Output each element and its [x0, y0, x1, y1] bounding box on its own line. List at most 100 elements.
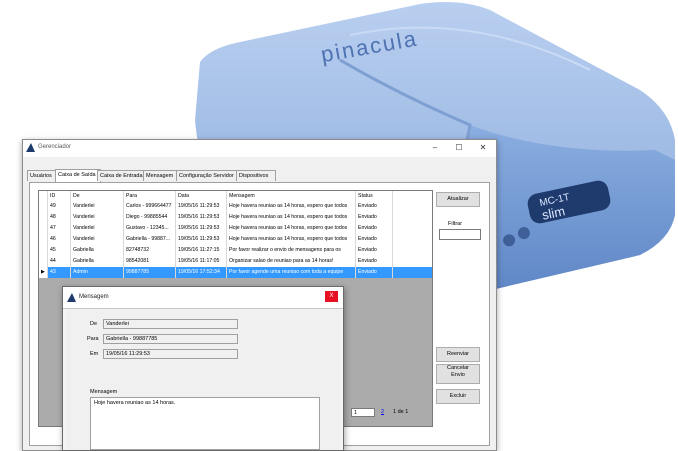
page-number-input[interactable]: 1: [351, 408, 375, 417]
cell-de: Admin: [71, 267, 124, 278]
cell-para: 98542081: [124, 256, 176, 267]
cell-data: 19/05/16 11:29:53: [176, 201, 227, 212]
cancelar-envio-line2: Envio: [451, 371, 465, 378]
cell-data: 19/05/16 11:29:53: [176, 234, 227, 245]
dialog-titlebar[interactable]: Mensagem X: [63, 287, 343, 309]
cell-mensagem: Por favor agende uma reuniao com toda a …: [227, 267, 356, 278]
cell-id: 44: [48, 256, 71, 267]
window-titlebar[interactable]: Gerenciador – ☐ ✕: [23, 140, 496, 157]
cancelar-envio-line1: Cancelar: [446, 365, 469, 371]
tab-dispositivos[interactable]: Dispositivos: [236, 170, 276, 181]
row-pointer-icon: ▶: [39, 267, 48, 278]
cell-para: Gustavo - 12345...: [124, 223, 176, 234]
table-row[interactable]: 48 Vanderlei Diego - 99885544 19/05/16 1…: [39, 212, 432, 223]
table-row[interactable]: 46 Vanderlei Gabriella - 99887... 19/05/…: [39, 234, 432, 245]
app-logo-icon: [26, 143, 35, 152]
cell-data: 19/05/16 11:27:15: [176, 245, 227, 256]
tab-caixa-de-saida[interactable]: Caixa de Saída: [55, 169, 101, 182]
header-cell-mensagem[interactable]: Mensagem: [227, 191, 356, 201]
dialog-title: Mensagem: [79, 294, 109, 300]
cell-id: 48: [48, 212, 71, 223]
cell-status: Enviado: [356, 223, 393, 234]
para-field[interactable]: Gabriella - 99887785: [103, 334, 238, 344]
cell-id: 46: [48, 234, 71, 245]
cell-de: Vanderlei: [71, 223, 124, 234]
cell-para: Diego - 99885544: [124, 212, 176, 223]
tab-caixa-de-entrada[interactable]: Caixa de Entrada: [97, 170, 147, 181]
row-marker: [39, 234, 48, 245]
row-marker: [39, 245, 48, 256]
header-cell-status[interactable]: Status: [356, 191, 393, 201]
cell-data: 19/05/16 11:17:05: [176, 256, 227, 267]
row-marker: [39, 201, 48, 212]
filter-label: Filtrar: [448, 221, 463, 227]
cell-id: 49: [48, 201, 71, 212]
cell-mensagem: Hoje havera reuniao as 14 horas, espero …: [227, 212, 356, 223]
table-row-selected[interactable]: ▶ 43 Admin 99887785 19/05/16 17:52:34 Po…: [39, 267, 432, 278]
cell-status: Enviado: [356, 256, 393, 267]
atualizar-button[interactable]: Atualizar: [436, 192, 480, 207]
cell-de: Vanderlei: [71, 234, 124, 245]
table-row[interactable]: 44 Gabriella 98542081 19/05/16 11:17:05 …: [39, 256, 432, 267]
cell-status: Enviado: [356, 267, 393, 278]
minimize-button[interactable]: –: [423, 140, 447, 155]
cell-para: 99887785: [124, 267, 176, 278]
cell-mensagem: Organizar salao de reuniao para as 14 ho…: [227, 256, 356, 267]
cell-data: 19/05/16 11:29:53: [176, 212, 227, 223]
cell-status: Enviado: [356, 234, 393, 245]
close-window-button[interactable]: ✕: [471, 140, 495, 155]
mensagem-textarea[interactable]: Hoje havera reuniao as 14 horas.: [90, 397, 320, 450]
cell-data: 19/05/16 11:29:53: [176, 223, 227, 234]
table-row[interactable]: 49 Vanderlei Carlos - 999664477 19/05/16…: [39, 201, 432, 212]
dialog-body: De Vanderlei Para Gabriella - 99887785 E…: [66, 309, 340, 450]
tab-configuracao-servidor[interactable]: Configuração Servidor: [176, 170, 240, 181]
em-label: Em: [90, 351, 99, 357]
filter-input[interactable]: [439, 229, 481, 240]
header-cell-de[interactable]: De: [71, 191, 124, 201]
cell-para: Gabriella - 99887...: [124, 234, 176, 245]
header-cell-data[interactable]: Data: [176, 191, 227, 201]
grid-header: ID De Para Data Mensagem Status: [39, 191, 432, 201]
em-field[interactable]: 19/05/16 11:29:53: [103, 349, 238, 359]
window-title: Gerenciador: [38, 144, 72, 150]
message-dialog: Mensagem X De Vanderlei Para Gabriella -…: [62, 286, 344, 451]
table-row[interactable]: 47 Vanderlei Gustavo - 12345... 19/05/16…: [39, 223, 432, 234]
mensagem-label: Mensagem: [90, 389, 118, 395]
cell-mensagem: Hoje havera reuniao as 14 horas, espero …: [227, 201, 356, 212]
header-cell-id[interactable]: ID: [48, 191, 71, 201]
cell-para: 82748732: [124, 245, 176, 256]
de-label: De: [90, 321, 98, 327]
pager-next-link[interactable]: 2: [381, 409, 384, 415]
row-marker: [39, 256, 48, 267]
cell-mensagem: Por favor realizar o envio de mensagens …: [227, 245, 356, 256]
cell-de: Gabriella: [71, 256, 124, 267]
cell-de: Vanderlei: [71, 212, 124, 223]
cell-data: 19/05/16 17:52:34: [176, 267, 227, 278]
cell-de: Vanderlei: [71, 201, 124, 212]
para-label: Para: [87, 336, 99, 342]
page-count-label: 1 de 1: [393, 409, 409, 415]
cell-status: Enviado: [356, 212, 393, 223]
table-row[interactable]: 45 Gabriella 82748732 19/05/16 11:27:15 …: [39, 245, 432, 256]
cancelar-envio-button[interactable]: Cancelar Envio: [436, 364, 480, 384]
cell-status: Enviado: [356, 245, 393, 256]
cell-id: 45: [48, 245, 71, 256]
excluir-button[interactable]: Excluir: [436, 389, 480, 404]
maximize-button[interactable]: ☐: [447, 140, 471, 155]
de-field[interactable]: Vanderlei: [103, 319, 238, 329]
cell-status: Enviado: [356, 201, 393, 212]
header-cell-para[interactable]: Para: [124, 191, 176, 201]
reenviar-button[interactable]: Reenviar: [436, 347, 480, 362]
dialog-close-button[interactable]: X: [325, 291, 338, 302]
header-cell: [39, 191, 48, 201]
row-marker: [39, 212, 48, 223]
app-logo-icon: [67, 293, 76, 302]
cell-id: 47: [48, 223, 71, 234]
row-marker: [39, 223, 48, 234]
tab-mensagem[interactable]: Mensagem: [143, 170, 180, 181]
cell-id: 43: [48, 267, 71, 278]
cell-mensagem: Hoje havera reuniao as 14 horas, espero …: [227, 234, 356, 245]
cell-para: Carlos - 999664477: [124, 201, 176, 212]
cell-de: Gabriella: [71, 245, 124, 256]
cell-mensagem: Hoje havera reuniao as 14 horas, espero …: [227, 223, 356, 234]
